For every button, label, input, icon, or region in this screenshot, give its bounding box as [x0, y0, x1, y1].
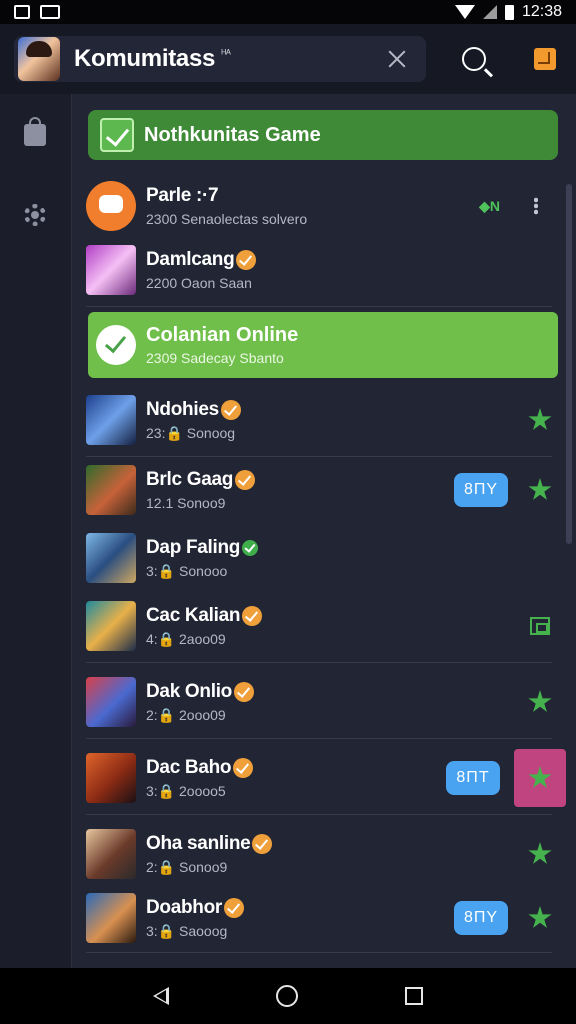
- list-item-sub: 23:🔒 Sonoog: [146, 424, 236, 441]
- main-content: Nothkunitas Game Parle :·7 2300 Senaolec…: [72, 94, 576, 968]
- verified-icon: [242, 539, 259, 556]
- status-left: [14, 5, 60, 19]
- list-item-name: Brlc Gaag: [146, 469, 234, 490]
- list-item-name: Ndohies: [146, 398, 219, 420]
- more-options-icon[interactable]: [534, 197, 538, 215]
- divider: [86, 738, 552, 739]
- divider: [86, 662, 552, 663]
- list-item-name: Damlcang: [146, 249, 235, 270]
- lock-icon[interactable]: [24, 117, 46, 146]
- highlight-tile[interactable]: [514, 749, 566, 807]
- list-item[interactable]: Dac Baho 3:🔒 2oooo5 8ΠΤ: [86, 748, 566, 808]
- list-item-name: Oha sanline: [146, 832, 251, 854]
- notification-icon: [14, 5, 30, 19]
- verified-icon: [233, 681, 254, 702]
- screenshot-icon: [40, 5, 60, 19]
- chat-bubble-icon: [86, 181, 136, 231]
- game-thumbnail: [86, 245, 136, 295]
- list-item-sub: 2:🔒 2ooo09: [146, 706, 226, 723]
- status-right: 12:38: [454, 3, 562, 21]
- list-item-sub: 2200 Oaon Saan: [146, 275, 252, 291]
- list-item-name: Colanian Online: [146, 324, 299, 346]
- highlighted-list-item[interactable]: Colanian Online 2309 Sadecay Sbanto: [88, 312, 558, 378]
- list-item[interactable]: Dap Faling 3:🔒 Sonooo: [86, 528, 552, 588]
- signal-icon: [482, 5, 497, 19]
- check-circle-icon: [96, 325, 136, 365]
- list-item-sub: 2309 Sadecay Sbanto: [146, 350, 284, 366]
- list-item[interactable]: Ndohies 23:🔒 Sonoog: [86, 390, 552, 450]
- page-title-suffix: ᴴᴬ: [221, 48, 231, 60]
- list-item[interactable]: Doabhor 3:🔒 Saooog 8ΠΥ: [86, 888, 552, 948]
- clock: 12:38: [521, 3, 562, 20]
- action-button[interactable]: 8ΠΤ: [446, 761, 500, 795]
- list-item-name: Dac Baho: [146, 756, 232, 778]
- action-button[interactable]: 8ΠΥ: [454, 901, 508, 935]
- list-item-name: Cac Kalian: [146, 604, 241, 626]
- recents-icon[interactable]: [404, 987, 423, 1005]
- divider: [86, 456, 552, 457]
- list-item[interactable]: Damlcang 2200 Oaon Saan: [86, 240, 552, 300]
- checkbox-icon: [100, 118, 134, 152]
- list-item[interactable]: Dak Onlio 2:🔒 2ooo09: [86, 672, 552, 732]
- sidebar: [0, 94, 72, 968]
- search-icon[interactable]: [462, 47, 486, 71]
- divider: [86, 952, 552, 953]
- verified-icon: [242, 605, 263, 626]
- close-icon[interactable]: [386, 48, 408, 70]
- list-item-name: Dap Faling: [146, 536, 241, 558]
- title-pill[interactable]: Komumitass ᴴᴬ: [14, 36, 426, 82]
- avatar[interactable]: [18, 37, 60, 81]
- banner-label: Nothkunitas Game: [144, 123, 321, 146]
- list-item[interactable]: Brlc Gaag 12.1 Sonoo9 8ΠΥ: [86, 460, 552, 520]
- app-bar: Komumitass ᴴᴬ: [0, 24, 576, 94]
- list-item-name: Dak Onlio: [146, 680, 232, 702]
- game-thumbnail: [86, 533, 136, 583]
- game-thumbnail: [86, 829, 136, 879]
- grid-icon[interactable]: [530, 617, 550, 635]
- battery-icon: [504, 4, 514, 20]
- page-title-text: Komumitass: [74, 45, 216, 72]
- list-item[interactable]: Oha sanline 2:🔒 Sonoo9: [86, 824, 552, 884]
- wifi-icon: [454, 5, 475, 19]
- verified-icon: [252, 833, 273, 854]
- verified-icon: [236, 250, 257, 270]
- page-title: Komumitass ᴴᴬ: [74, 45, 386, 73]
- back-icon[interactable]: [153, 987, 170, 1005]
- status-bar: 12:38: [0, 0, 576, 24]
- list-item-sub: 3:🔒 Sonooo: [146, 562, 228, 579]
- game-thumbnail: [86, 465, 136, 515]
- game-thumbnail: [86, 601, 136, 651]
- verified-icon: [233, 757, 254, 778]
- community-banner[interactable]: Nothkunitas Game: [88, 110, 558, 160]
- scrollbar[interactable]: [566, 184, 572, 544]
- list-item-sub: 2:🔒 Sonoo9: [146, 858, 228, 875]
- action-button[interactable]: 8ΠΥ: [454, 473, 508, 507]
- divider: [86, 306, 552, 307]
- game-thumbnail: [86, 395, 136, 445]
- list-item-name: Doabhor: [146, 896, 223, 918]
- list-item[interactable]: Cac Kalian 4:🔒 2aoo09: [86, 596, 552, 656]
- game-thumbnail: [86, 753, 136, 803]
- game-thumbnail: [86, 677, 136, 727]
- orange-badge-icon[interactable]: [534, 48, 556, 70]
- verified-icon: [224, 897, 245, 918]
- verified-icon: [235, 470, 256, 490]
- list-item-sub: 4:🔒 2aoo09: [146, 630, 226, 647]
- game-thumbnail: [86, 893, 136, 943]
- online-tag: ◆N: [479, 197, 500, 214]
- list-item[interactable]: Parle :·7 2300 Senaolectas solvero ◆N: [86, 176, 552, 236]
- home-icon[interactable]: [275, 985, 298, 1007]
- divider: [86, 814, 552, 815]
- gear-icon[interactable]: [24, 204, 46, 226]
- verified-icon: [220, 399, 241, 420]
- system-nav-bar: [0, 968, 576, 1024]
- list-item-name: Parle :·7: [146, 185, 219, 206]
- star-icon: [528, 766, 552, 788]
